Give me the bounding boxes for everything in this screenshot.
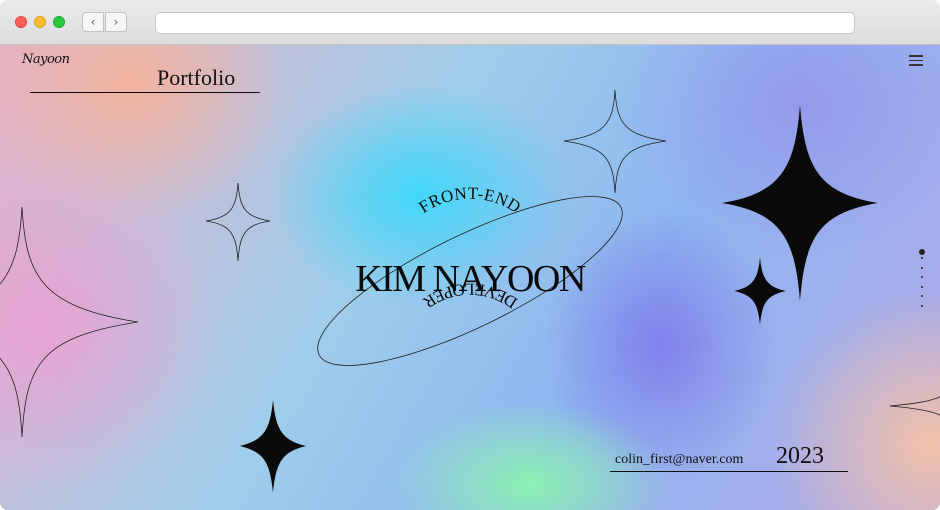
sparkle-outline-icon — [563, 89, 667, 194]
hamburger-menu-icon[interactable] — [909, 55, 923, 66]
sparkle-outline-icon — [205, 182, 271, 262]
year-label: 2023 — [776, 443, 824, 469]
pagination-dot[interactable] — [921, 285, 923, 288]
sparkle-filled-icon — [722, 105, 878, 301]
maximize-window-button[interactable] — [53, 16, 65, 28]
minimize-window-button[interactable] — [34, 16, 46, 28]
pagination-dot[interactable] — [921, 257, 923, 259]
sparkle-outline-icon — [0, 206, 139, 438]
pagination-dot[interactable] — [921, 276, 923, 278]
page-title: Portfolio — [157, 65, 236, 90]
page-content: FRONT-END DEVELOPER Nayoon Portfolio KIM… — [0, 45, 940, 510]
browser-window: ‹ › FRONT-END DEVELOPER Nayoon Portfolio… — [0, 0, 940, 510]
back-button[interactable]: ‹ — [82, 12, 104, 32]
hero-name: KIM NAYOON — [355, 258, 586, 300]
sparkle-filled-icon — [734, 257, 786, 325]
pagination-dot[interactable] — [921, 304, 923, 307]
pagination-dot[interactable] — [921, 295, 923, 297]
pagination-dot[interactable] — [921, 266, 923, 269]
sparkle-filled-icon — [240, 400, 306, 493]
chevron-right-icon: › — [113, 15, 119, 29]
title-underline — [30, 92, 260, 93]
forward-button[interactable]: › — [105, 12, 127, 32]
chevron-left-icon: ‹ — [90, 15, 96, 29]
footer-underline — [610, 471, 848, 472]
arc-text-top: FRONT-END — [415, 184, 524, 217]
sparkle-outline-icon — [889, 396, 940, 416]
logo[interactable]: Nayoon — [22, 52, 70, 67]
email-link[interactable]: colin_first@naver.com — [615, 452, 743, 468]
address-bar[interactable] — [155, 12, 855, 34]
browser-toolbar: ‹ › — [0, 0, 940, 45]
pagination-dot[interactable] — [919, 249, 925, 255]
section-pagination[interactable] — [918, 249, 926, 309]
close-window-button[interactable] — [15, 16, 27, 28]
